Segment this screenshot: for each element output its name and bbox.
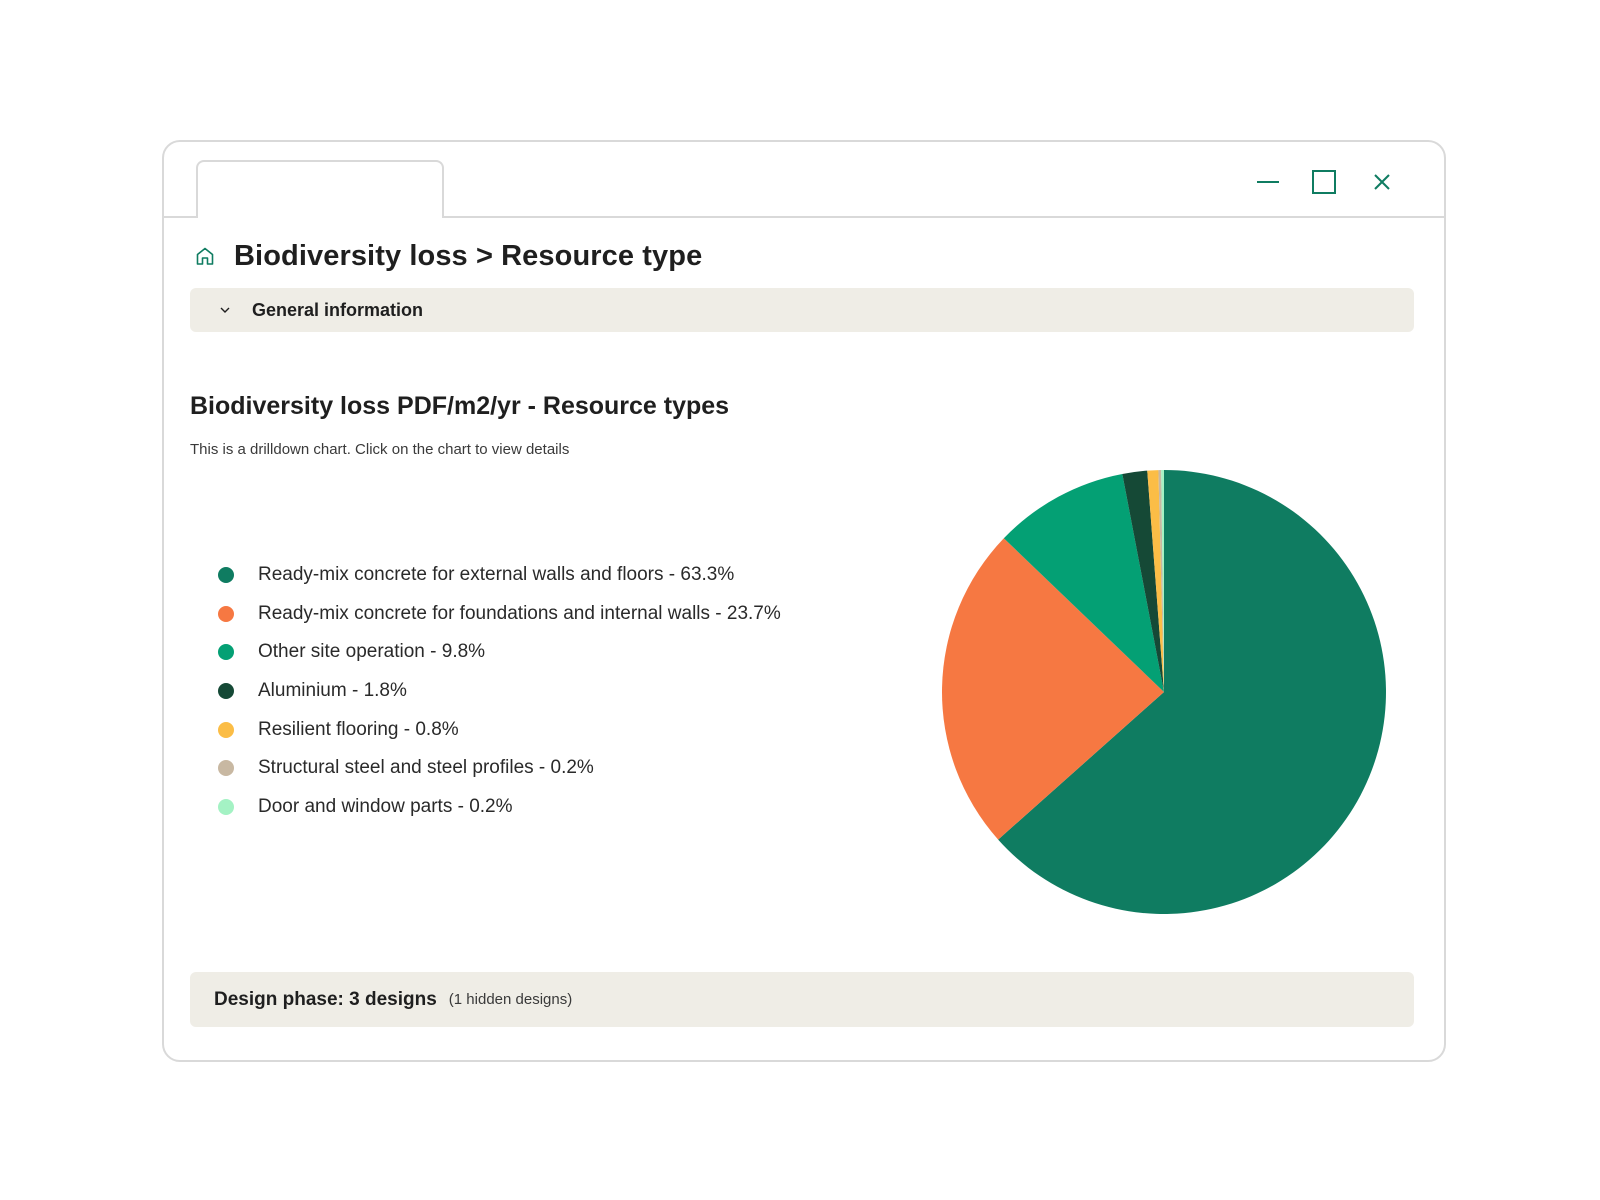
legend-label: Door and window parts - 0.2%	[258, 795, 513, 817]
legend-swatch	[218, 721, 234, 738]
home-icon[interactable]	[194, 245, 216, 267]
legend-item[interactable]: Structural steel and steel profiles - 0.…	[218, 749, 781, 788]
chart-subtitle: This is a drilldown chart. Click on the …	[190, 441, 570, 458]
legend-label: Ready-mix concrete for external walls an…	[258, 564, 735, 586]
chevron-down-icon	[218, 303, 232, 317]
legend-label: Ready-mix concrete for foundations and i…	[258, 602, 781, 624]
legend-item[interactable]: Ready-mix concrete for foundations and i…	[218, 595, 781, 634]
legend-label: Resilient flooring - 0.8%	[258, 718, 459, 740]
accordion-label: General information	[252, 299, 424, 320]
minimize-button[interactable]	[1250, 164, 1286, 200]
hidden-designs-note: (1 hidden designs)	[448, 991, 573, 1008]
title-bar	[164, 142, 1444, 218]
maximize-button[interactable]	[1306, 164, 1342, 200]
general-information-accordion[interactable]: General information	[190, 288, 1414, 332]
design-phase-label: Design phase: 3 designs	[214, 988, 437, 1010]
minimize-icon	[1257, 181, 1279, 183]
legend-swatch	[218, 798, 234, 815]
app-window: Biodiversity loss > Resource type Genera…	[162, 140, 1446, 1062]
legend-swatch	[218, 605, 234, 622]
legend-swatch	[218, 760, 234, 777]
close-icon	[1374, 174, 1390, 190]
design-phase-bar: Design phase: 3 designs (1 hidden design…	[190, 972, 1414, 1027]
legend-item[interactable]: Door and window parts - 0.2%	[218, 788, 781, 827]
close-button[interactable]	[1364, 164, 1400, 200]
legend-item[interactable]: Ready-mix concrete for external walls an…	[218, 556, 781, 595]
legend-label: Aluminium - 1.8%	[258, 680, 407, 702]
maximize-icon	[1312, 170, 1336, 194]
pie-chart[interactable]	[934, 462, 1394, 922]
legend-swatch	[218, 644, 234, 661]
legend-item[interactable]: Resilient flooring - 0.8%	[218, 710, 781, 749]
chart-title: Biodiversity loss PDF/m2/yr - Resource t…	[190, 392, 730, 420]
chart-legend: Ready-mix concrete for external walls an…	[218, 556, 781, 826]
page-title: Biodiversity loss > Resource type	[234, 239, 703, 272]
legend-label: Structural steel and steel profiles - 0.…	[258, 757, 594, 779]
browser-tab[interactable]	[196, 160, 444, 218]
legend-label: Other site operation - 9.8%	[258, 641, 486, 663]
legend-swatch	[218, 567, 234, 584]
pie-chart-svg[interactable]	[934, 462, 1394, 922]
page-header: Biodiversity loss > Resource type	[194, 232, 702, 280]
legend-item[interactable]: Other site operation - 9.8%	[218, 633, 781, 672]
legend-item[interactable]: Aluminium - 1.8%	[218, 672, 781, 711]
legend-swatch	[218, 683, 234, 700]
